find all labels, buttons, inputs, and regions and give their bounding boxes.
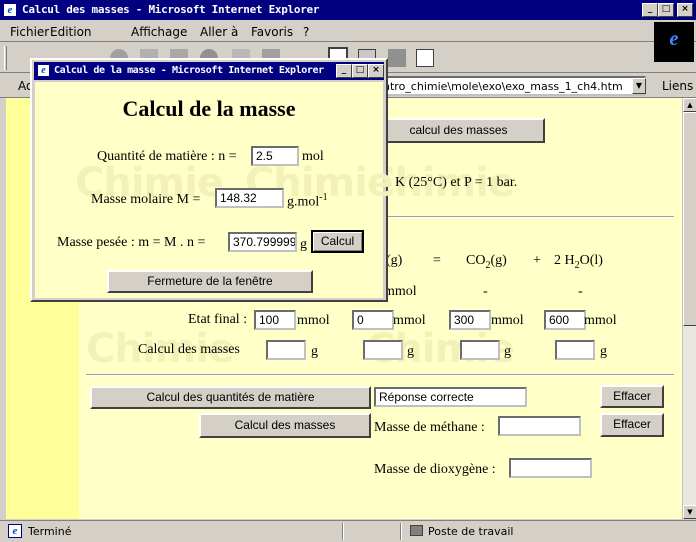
address-dropdown-button[interactable]: ▼	[632, 78, 646, 94]
final-ch4-input[interactable]: 100	[254, 310, 296, 330]
close-window-button[interactable]: Fermeture de la fenêtre	[107, 270, 313, 293]
fragment-state: (g)	[386, 253, 403, 268]
popup-close-button[interactable]: ×	[368, 64, 384, 78]
links-label[interactable]: Liens	[662, 79, 693, 93]
menu-bar: Fichier Edition Affichage Aller à Favori…	[0, 20, 696, 62]
calcul-des-masses-top-button[interactable]: calcul des masses	[372, 118, 545, 143]
answer-field[interactable]: Réponse correcte	[374, 387, 527, 407]
scroll-down-arrow[interactable]: ▼	[683, 505, 696, 519]
mass-h2o-input[interactable]	[555, 340, 595, 360]
print-icon[interactable]	[388, 49, 406, 67]
h2o-formula: 2 H2O(l)	[554, 253, 603, 271]
quantity-label: Quantité de matière : n =	[97, 149, 237, 164]
divider-bottom	[86, 374, 674, 376]
mass-o2-input[interactable]	[363, 340, 403, 360]
menu-help[interactable]: ?	[303, 25, 309, 39]
calcul-quantites-button[interactable]: Calcul des quantités de matière	[90, 386, 371, 409]
final-ch4-unit: mmol	[297, 313, 330, 328]
molar-label: Masse molaire M =	[91, 192, 201, 207]
popup-window: e Calcul de la masse - Microsoft Interne…	[30, 58, 394, 302]
menu-favoris[interactable]: Favoris	[251, 25, 293, 39]
mass-h2o-unit: g	[600, 344, 607, 359]
calcul-button[interactable]: Calcul	[311, 230, 364, 253]
dioxygene-label: Masse de dioxygène :	[374, 462, 496, 477]
vertical-scrollbar[interactable]: ▲ ▼	[682, 98, 696, 519]
mass-o2-unit: g	[407, 344, 414, 359]
final-o2-input[interactable]: 0	[352, 310, 394, 330]
ie-icon: e	[3, 3, 17, 17]
status-bar: e Terminé Poste de travail	[0, 520, 696, 542]
window-title: Calcul des masses - Microsoft Internet E…	[22, 3, 320, 16]
scroll-up-arrow[interactable]: ▲	[683, 98, 696, 112]
status-divider-1	[342, 523, 344, 540]
calcul-masses-button[interactable]: Calcul des masses	[199, 413, 371, 438]
minimize-button[interactable]: _	[642, 3, 658, 17]
status-divider-2	[400, 523, 402, 540]
masses-row-label: Calcul des masses	[138, 342, 240, 357]
mass-unit: g	[300, 237, 307, 252]
popup-titlebar: e Calcul de la masse - Microsoft Interne…	[34, 62, 384, 80]
methane-label: Masse de méthane :	[374, 420, 485, 435]
mass-result-input[interactable]: 370.799999	[228, 232, 297, 252]
status-zone: Poste de travail	[428, 525, 514, 538]
effacer-button-2[interactable]: Effacer	[600, 413, 664, 437]
reaction-equation: 2(g) = CO2(g) + 2 H2O(l)	[381, 253, 681, 275]
effacer-button-1[interactable]: Effacer	[600, 385, 664, 408]
menu-edition[interactable]: Edition	[50, 25, 92, 39]
h2o-state: O(l)	[579, 253, 603, 268]
h2o-prefix: 2 H	[554, 253, 575, 268]
close-button[interactable]: ×	[677, 3, 693, 17]
molar-unit-base: g.mol	[287, 194, 320, 210]
mass-label: Masse pesée : m = M . n =	[57, 235, 206, 250]
etat-final-label: Etat final :	[188, 312, 248, 327]
initial-unit: mmol	[384, 284, 417, 299]
initial-dash-h2o: -	[578, 284, 583, 299]
plus-sign: +	[533, 253, 541, 268]
quantity-input[interactable]: 2.5	[251, 146, 299, 166]
co2-state: (g)	[490, 253, 507, 268]
final-co2-unit: mmol	[491, 313, 524, 328]
address-input[interactable]: ntro_chimie\mole\exo\exo_mass_1_ch4.htm	[378, 76, 646, 96]
mass-co2-unit: g	[504, 344, 511, 359]
menu-fichier[interactable]: Fichier	[10, 25, 49, 39]
molar-mass-input[interactable]: 148.32	[215, 188, 284, 208]
edit-icon[interactable]	[416, 49, 434, 67]
final-o2-unit: mmol	[393, 313, 426, 328]
popup-heading: Calcul de la masse	[122, 96, 296, 121]
popup-maximize-button[interactable]: □	[352, 64, 368, 78]
co2-letters: CO	[466, 253, 486, 268]
status-page-icon: e	[8, 524, 22, 538]
quantity-unit: mol	[302, 149, 324, 164]
menu-aller[interactable]: Aller à	[200, 25, 238, 39]
maximize-button[interactable]: □	[658, 3, 674, 17]
co2-formula: CO2(g)	[466, 253, 507, 271]
scroll-thumb[interactable]	[683, 112, 696, 326]
initial-dash-co2: -	[483, 284, 488, 299]
popup-title: Calcul de la masse - Microsoft Internet …	[54, 65, 324, 76]
popup-minimize-button[interactable]: _	[336, 64, 352, 78]
final-h2o-input[interactable]: 600	[544, 310, 586, 330]
mass-ch4-unit: g	[311, 344, 318, 359]
molar-unit-exp: -1	[319, 192, 328, 203]
popup-ie-icon: e	[37, 64, 50, 77]
conditions-text: K (25°C) et P = 1 bar.	[395, 175, 518, 190]
popup-content: Chimie Chimie Calcul de la masse Quantit…	[35, 82, 394, 298]
final-h2o-unit: mmol	[584, 313, 617, 328]
dioxygene-mass-input[interactable]	[509, 458, 592, 478]
menu-affichage[interactable]: Affichage	[131, 25, 187, 39]
final-co2-input[interactable]: 300	[449, 310, 491, 330]
equals-sign: =	[433, 253, 441, 268]
toolbar-grip	[4, 46, 7, 70]
computer-icon	[410, 525, 423, 536]
window-titlebar: e Calcul des masses - Microsoft Internet…	[0, 0, 696, 20]
molar-unit: g.mol-1	[287, 192, 328, 211]
mass-co2-input[interactable]	[460, 340, 500, 360]
mass-ch4-input[interactable]	[266, 340, 306, 360]
methane-mass-input[interactable]	[498, 416, 581, 436]
status-text: Terminé	[28, 525, 72, 538]
